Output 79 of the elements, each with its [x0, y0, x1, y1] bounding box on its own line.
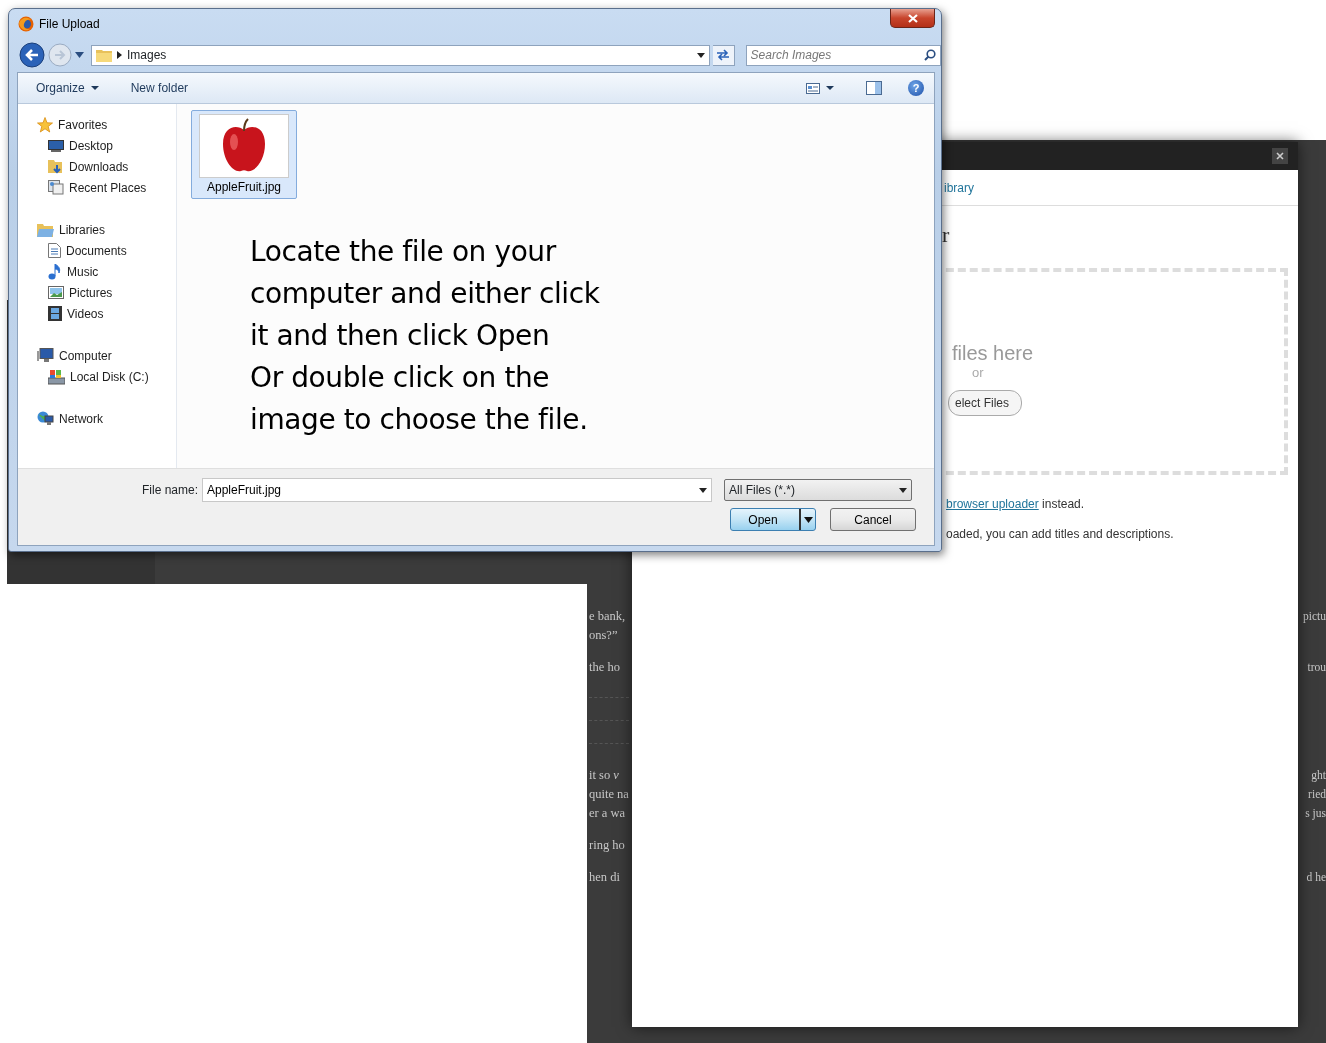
chevron-right-icon [117, 51, 122, 59]
navigation-item[interactable]: Documents [18, 240, 127, 261]
text-fragment: trou [1307, 660, 1326, 675]
star-icon [37, 116, 53, 133]
navigation-item[interactable]: Favorites [18, 114, 108, 135]
history-dropdown-icon[interactable] [75, 52, 84, 58]
dropdown-caret-icon [899, 487, 907, 493]
back-button[interactable] [19, 42, 45, 68]
music-note-icon [48, 263, 62, 280]
dropdown-caret-icon[interactable] [697, 52, 706, 58]
text-fragment: ring ho [589, 837, 625, 854]
refresh-arrows-icon [716, 49, 731, 61]
text-fragment: ons?” [589, 627, 618, 644]
file-item[interactable]: AppleFruit.jpg [191, 110, 297, 199]
network-globe-icon [37, 411, 54, 426]
search-icon [924, 49, 936, 61]
refresh-button[interactable] [713, 44, 735, 66]
address-bar[interactable]: Images [91, 44, 711, 66]
text-fragment: the ho [589, 659, 620, 676]
heading-fragment: r [941, 222, 951, 248]
navigation-item[interactable]: Downloads [18, 156, 129, 177]
document-icon [48, 243, 61, 258]
toolbar-button[interactable]: New folder [124, 77, 195, 99]
navigation-item[interactable]: Network [18, 408, 103, 429]
caret-icon [826, 86, 834, 90]
file-name-label: File name: [140, 482, 199, 499]
text-fragment: pictu [1303, 609, 1326, 625]
text-fragment: d he [1306, 870, 1326, 885]
navigation-item[interactable]: Videos [18, 303, 104, 324]
text-fragment: quite na [589, 786, 629, 803]
navigation-item[interactable]: Recent Places [18, 177, 147, 198]
text-fragment: ried [1308, 787, 1326, 802]
view-list-icon [806, 82, 820, 94]
text-fragment: e bank, [589, 608, 626, 625]
downloads-folder-icon [48, 159, 64, 174]
text-fragment: er a wa [589, 805, 626, 822]
breadcrumb-item[interactable]: Images [127, 46, 167, 64]
window-title: File Upload [39, 16, 100, 33]
recent-places-icon [48, 180, 64, 195]
browser-logo-icon [18, 16, 34, 32]
picture-icon [48, 286, 64, 299]
navigation-item[interactable]: Music [18, 261, 99, 282]
select-files-button[interactable]: elect Files [948, 390, 1023, 416]
desktop-monitor-icon [48, 139, 64, 152]
close-button[interactable] [890, 9, 935, 28]
preview-pane-icon [866, 81, 882, 95]
text-fragment: hen di [589, 869, 620, 886]
organize-menu[interactable]: Organize [30, 77, 105, 99]
browser-uploader-link[interactable]: browser uploader [946, 497, 1039, 511]
media-library-tab[interactable]: ibrary [944, 178, 974, 197]
text-fragment: s jus [1305, 806, 1326, 822]
cancel-button[interactable]: Cancel [830, 508, 916, 531]
navigation-item[interactable]: Libraries [18, 219, 106, 240]
caret-icon [803, 516, 813, 523]
search-field[interactable]: Search Images [750, 46, 921, 64]
upload-note: oaded, you can add titles and descriptions. [945, 526, 1175, 543]
navigation-item[interactable]: Desktop [18, 135, 114, 156]
film-strip-icon [48, 306, 62, 321]
file-name-field[interactable]: AppleFruit.jpg [202, 478, 712, 502]
library-folder-icon [37, 222, 54, 237]
file-type-dropdown[interactable]: All Files (*.*) [724, 479, 912, 501]
drop-instruction: files here [951, 342, 1035, 364]
caret-icon [90, 86, 99, 90]
close-button[interactable] [1272, 148, 1288, 164]
text-fragment: ght [1311, 768, 1326, 784]
folder-icon [96, 48, 112, 62]
dropdown-caret-icon [699, 487, 707, 493]
navigation-item[interactable]: Pictures [18, 282, 113, 303]
navigation-item[interactable]: Local Disk (C:) [18, 366, 149, 387]
close-icon [1276, 152, 1284, 160]
computer-icon [37, 348, 54, 363]
close-icon [907, 13, 918, 23]
text-fragment: it so v [589, 767, 619, 784]
local-disk-icon [48, 368, 65, 385]
search-box[interactable]: Search Images [745, 44, 941, 66]
instruction-text: Locate the file on your computer and either click it and then click Open Or double click on the image to choose the file. [250, 234, 601, 438]
navigation-item[interactable]: Computer [18, 345, 112, 366]
or-text: or [971, 364, 985, 382]
open-split-button[interactable]: Open [730, 508, 816, 531]
